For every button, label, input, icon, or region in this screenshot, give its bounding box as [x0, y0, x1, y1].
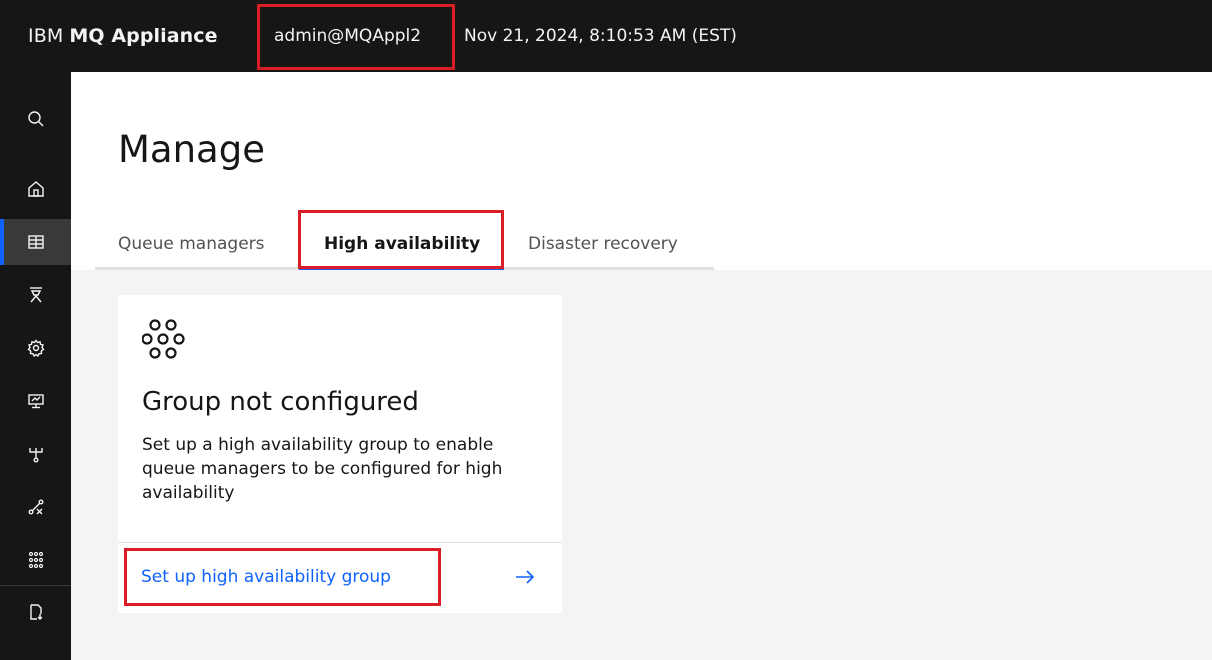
tab-disaster-recovery[interactable]: Disaster recovery — [528, 218, 678, 270]
tab-queue-managers[interactable]: Queue managers — [118, 218, 265, 270]
home-icon — [27, 181, 44, 197]
sidebar-item-settings[interactable] — [0, 325, 71, 371]
sidebar-item-search[interactable] — [0, 96, 71, 142]
tab-underline-high-availability — [299, 266, 504, 270]
sidebar-item-network[interactable] — [0, 431, 71, 477]
page-title: Manage — [118, 128, 265, 171]
top-header: IBM MQ Appliance admin@MQAppl2 Nov 21, 2… — [0, 0, 1212, 72]
sidebar-item-documents[interactable] — [0, 589, 71, 635]
tab-high-availability[interactable]: High availability — [324, 218, 480, 270]
card-title: Group not configured — [142, 387, 419, 417]
table-icon — [27, 235, 44, 249]
group-icon — [28, 551, 43, 569]
sidebar-item-tools[interactable] — [0, 484, 71, 530]
network-icon — [28, 448, 43, 463]
sidebar-item-groups[interactable] — [0, 537, 71, 583]
sidebar-item-monitor[interactable] — [0, 378, 71, 424]
brand-prefix: IBM — [28, 25, 64, 47]
current-datetime: Nov 21, 2024, 8:10:53 AM (EST) — [464, 26, 737, 46]
card-description: Set up a high availability group to enab… — [142, 435, 503, 503]
search-icon — [27, 111, 43, 127]
current-user[interactable]: admin@MQAppl2 — [274, 0, 421, 72]
monitor-icon — [27, 394, 44, 409]
tab-underline-queue-managers — [95, 267, 299, 270]
app-brand[interactable]: IBM MQ Appliance — [28, 0, 218, 72]
ha-group-card: Group not configured Set up a high avail… — [118, 295, 562, 613]
card-divider — [118, 542, 562, 543]
setup-ha-group-link[interactable]: Set up high availability group — [141, 553, 391, 601]
brand-name: MQ Appliance — [69, 25, 218, 47]
sidebar-divider — [0, 585, 71, 586]
gateway-icon — [29, 287, 42, 303]
sidebar-item-home[interactable] — [0, 166, 71, 212]
arrow-right-icon[interactable] — [514, 567, 536, 587]
sidebar-item-gateway[interactable] — [0, 272, 71, 318]
sidebar — [0, 72, 71, 660]
document-download-icon — [29, 604, 42, 620]
sidebar-item-manage[interactable] — [0, 219, 71, 265]
settings-icon — [27, 339, 44, 358]
group-nodes-icon — [142, 319, 185, 359]
tab-underline-disaster-recovery — [504, 267, 714, 270]
tools-icon — [28, 499, 43, 515]
